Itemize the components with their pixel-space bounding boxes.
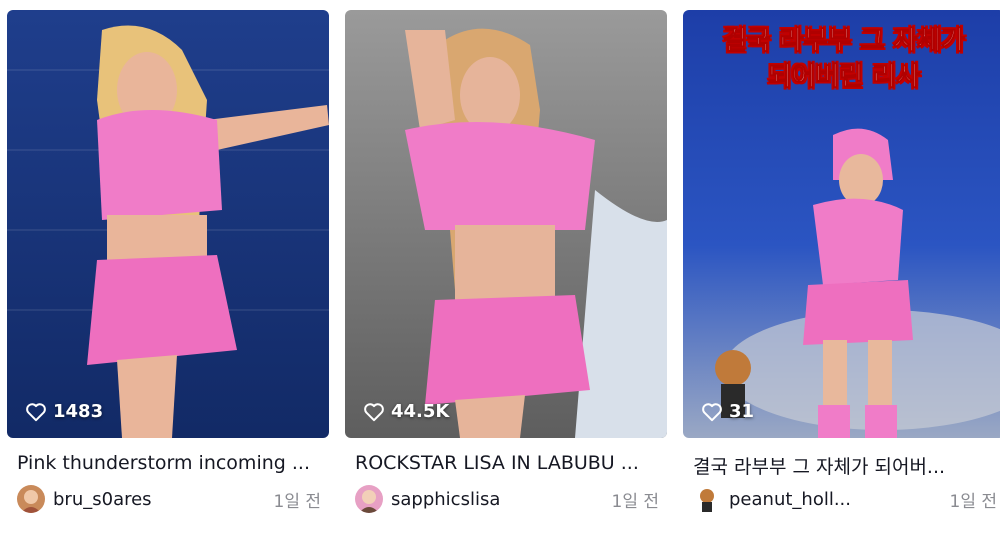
- like-count-text: 44.5K: [391, 401, 450, 422]
- performer-image: [345, 10, 667, 438]
- heart-icon: [364, 402, 384, 421]
- like-count-text: 31: [729, 401, 755, 422]
- avatar[interactable]: [17, 485, 45, 513]
- author-username[interactable]: bru_s0ares: [53, 489, 152, 510]
- like-count: 31: [701, 401, 754, 422]
- author-row: bru_s0ares 1일 전: [17, 484, 321, 514]
- like-count-text: 1483: [53, 401, 104, 422]
- avatar[interactable]: [355, 485, 383, 513]
- video-caption[interactable]: 결국 라부부 그 자체가 되어버...: [693, 452, 993, 479]
- video-thumbnail[interactable]: 44.5K: [345, 10, 667, 438]
- like-count: 44.5K: [363, 401, 449, 422]
- heart-icon: [702, 402, 722, 421]
- author-username[interactable]: sapphicslisa: [391, 489, 500, 510]
- author-username[interactable]: peanut_holl...: [729, 489, 851, 510]
- video-thumbnail[interactable]: 결국 라부부 그 자체가 되어버린 리사 31: [683, 10, 1000, 438]
- overlay-title-line1: 결국 라부부 그 자체가: [722, 26, 966, 57]
- author-row: sapphicslisa 1일 전: [355, 484, 659, 514]
- performer-image: [7, 10, 329, 438]
- video-caption[interactable]: ROCKSTAR LISA IN LABUBU ...: [355, 452, 655, 474]
- video-caption[interactable]: Pink thunderstorm incoming ...: [17, 452, 317, 474]
- post-age: 1일 전: [611, 491, 660, 512]
- overlay-title-line2: 되어버린 리사: [767, 62, 921, 93]
- avatar[interactable]: [693, 485, 721, 513]
- post-age: 1일 전: [949, 491, 998, 512]
- author-row: peanut_holl... 1일 전: [693, 484, 997, 514]
- post-age: 1일 전: [273, 491, 322, 512]
- like-count: 1483: [25, 401, 103, 422]
- video-card[interactable]: 44.5K ROCKSTAR LISA IN LABUBU ... sapphi…: [345, 10, 667, 513]
- video-card[interactable]: 결국 라부부 그 자체가 되어버린 리사 31 결국 라부부 그 자체가 되어버…: [683, 10, 1000, 513]
- video-grid: 1483 Pink thunderstorm incoming ... bru_…: [0, 0, 1000, 542]
- heart-icon: [26, 402, 46, 421]
- video-card[interactable]: 1483 Pink thunderstorm incoming ... bru_…: [7, 10, 329, 513]
- video-thumbnail[interactable]: 1483: [7, 10, 329, 438]
